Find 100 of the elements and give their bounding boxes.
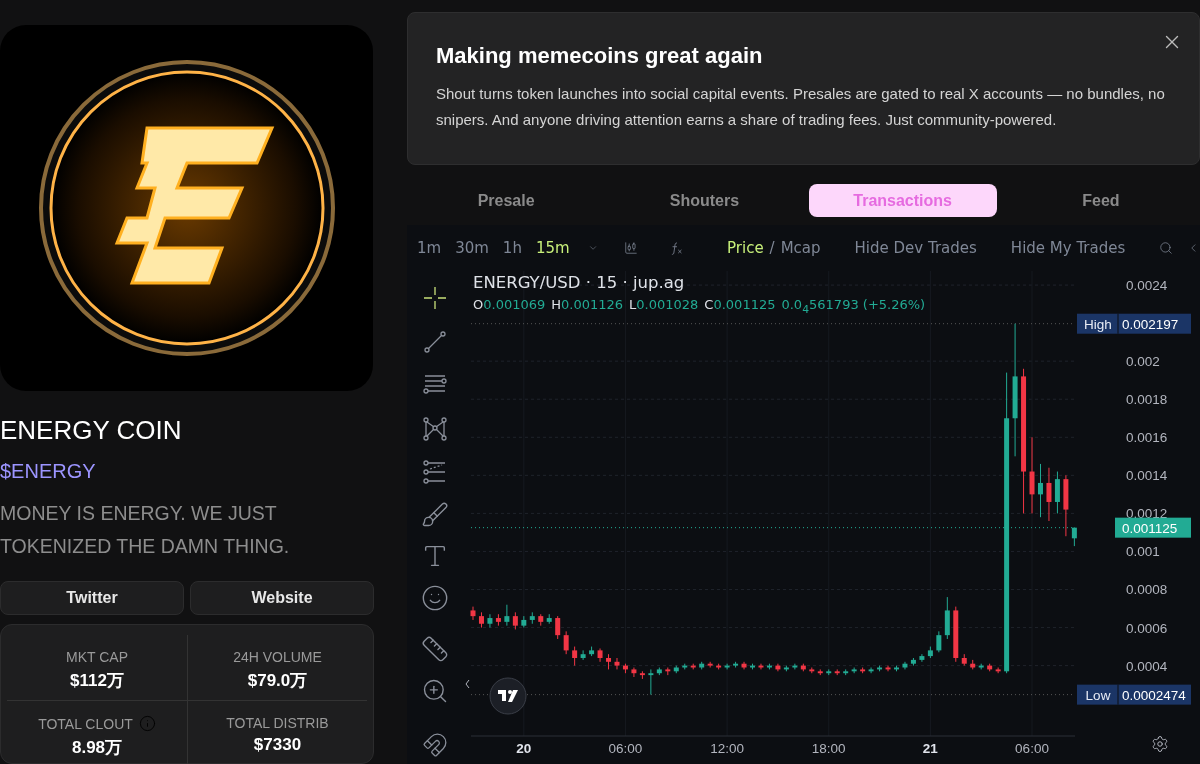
- candle: [792, 663, 798, 670]
- stat-label: TOTAL DISTRIB: [226, 715, 329, 731]
- candle: [1071, 526, 1077, 547]
- logo-badge-icon[interactable]: [489, 677, 527, 715]
- token-name: ENERGY COIN: [0, 415, 183, 446]
- candle: [927, 646, 933, 659]
- time-axis-label: 06:00: [1015, 741, 1049, 756]
- interval-button[interactable]: 1m: [417, 239, 442, 257]
- price-axis-label: 0.0008: [1126, 582, 1168, 598]
- candle: [775, 663, 781, 672]
- candle: [478, 611, 484, 629]
- time-axis-label: 20: [516, 741, 532, 756]
- candle: [961, 653, 967, 667]
- candle: [606, 653, 611, 670]
- candle: [783, 665, 789, 672]
- candle: [656, 667, 662, 676]
- last-price-marker: 0.001125: [1115, 517, 1191, 538]
- candle: [978, 663, 984, 670]
- candle: [817, 668, 823, 676]
- candle: [639, 670, 645, 680]
- candle: [546, 613, 552, 625]
- candle: [572, 646, 578, 667]
- candle: [1046, 467, 1052, 522]
- candle: [936, 630, 942, 653]
- candle: [953, 606, 959, 663]
- candle: [563, 630, 569, 655]
- stat-value: 8.98万: [71, 737, 123, 759]
- chevron-left-icon[interactable]: [465, 679, 470, 689]
- candle: [648, 668, 654, 696]
- candle: [521, 615, 527, 629]
- mode-toggle[interactable]: Mcap: [780, 239, 821, 257]
- candle: [589, 646, 595, 657]
- stat-label: TOTAL CLOUT: [38, 715, 133, 732]
- chart-symbol-title: ENERGY/USD · 15 · jup.ag: [473, 273, 686, 292]
- candle: [995, 667, 1001, 674]
- price-axis-label: 0.0006: [1126, 620, 1168, 636]
- candle: [902, 661, 908, 670]
- candle: [1063, 474, 1069, 537]
- candle: [495, 613, 501, 627]
- candle: [910, 657, 916, 667]
- stat-label: MKT CAP: [66, 649, 128, 665]
- price-axis-label: 0.002: [1126, 354, 1160, 370]
- candle: [851, 667, 857, 674]
- candle: [1038, 463, 1043, 518]
- ruler-icon[interactable]: [421, 635, 449, 663]
- time-axis-label: 18:00: [811, 741, 846, 756]
- mode-separator: /: [769, 239, 775, 257]
- candle: [707, 661, 713, 668]
- candle: [868, 667, 874, 674]
- candle: [877, 665, 883, 672]
- candle: [699, 661, 705, 670]
- token-tagline: MONEY IS ENERGY. WE JUST TOKENIZED THE DAMN THING.: [0, 501, 291, 559]
- candle: [944, 596, 950, 640]
- candle: [826, 668, 832, 676]
- low-price-marker: Low 0.0002474: [1077, 684, 1191, 706]
- candle: [580, 649, 586, 661]
- candle: [843, 668, 849, 676]
- candle: [766, 663, 772, 670]
- time-axis-label: 06:00: [608, 741, 643, 756]
- price-change: 0.0$_{4}$561793 (+5.26%): [781, 297, 926, 316]
- candle: [885, 665, 891, 672]
- interval-button[interactable]: 30m: [455, 239, 489, 257]
- tab[interactable]: Shouters: [610, 184, 799, 217]
- candle: [919, 653, 925, 663]
- brush-icon[interactable]: [421, 500, 449, 529]
- candle: [800, 663, 806, 672]
- tab[interactable]: Presale: [412, 184, 601, 217]
- candle: [970, 659, 976, 670]
- banner-title: Making memecoins great again: [436, 43, 764, 69]
- candle: [673, 665, 679, 674]
- price-axis-label: 0.001: [1126, 544, 1160, 560]
- candle: [631, 667, 637, 678]
- token-ticker: $ENERGY: [0, 460, 97, 483]
- link-button[interactable]: Twitter: [0, 581, 184, 615]
- candle: [622, 663, 628, 674]
- price-axis-label: 0.0018: [1126, 392, 1168, 408]
- price-axis-label: 0.0004: [1126, 658, 1168, 674]
- candle: [690, 663, 696, 670]
- stat-value: $79.0万: [247, 670, 308, 692]
- interval-button[interactable]: 1h: [502, 239, 522, 257]
- settings-icon[interactable]: [1151, 735, 1169, 753]
- candle: [834, 668, 840, 676]
- candle: [512, 611, 518, 630]
- candle: [614, 657, 620, 670]
- link-button[interactable]: Website: [190, 581, 374, 615]
- candle: [716, 663, 722, 670]
- toggle-button[interactable]: Hide Dev Trades: [854, 239, 977, 257]
- ohlc-value: L0.001028: [629, 297, 699, 314]
- time-axis-label: 21: [922, 741, 938, 756]
- tab[interactable]: Feed: [1006, 184, 1195, 217]
- smiley-icon[interactable]: [421, 583, 449, 612]
- toggle-button[interactable]: Hide My Trades: [1010, 239, 1126, 257]
- candle: [987, 663, 993, 672]
- candle: [470, 606, 476, 621]
- price-axis-label: 0.0014: [1126, 468, 1168, 484]
- price-axis-label: 0.0024: [1126, 278, 1168, 294]
- interval-button[interactable]: 15m: [535, 239, 570, 257]
- candle: [750, 663, 755, 670]
- mode-toggle[interactable]: Price: [727, 239, 764, 257]
- magnet-icon[interactable]: [422, 732, 448, 758]
